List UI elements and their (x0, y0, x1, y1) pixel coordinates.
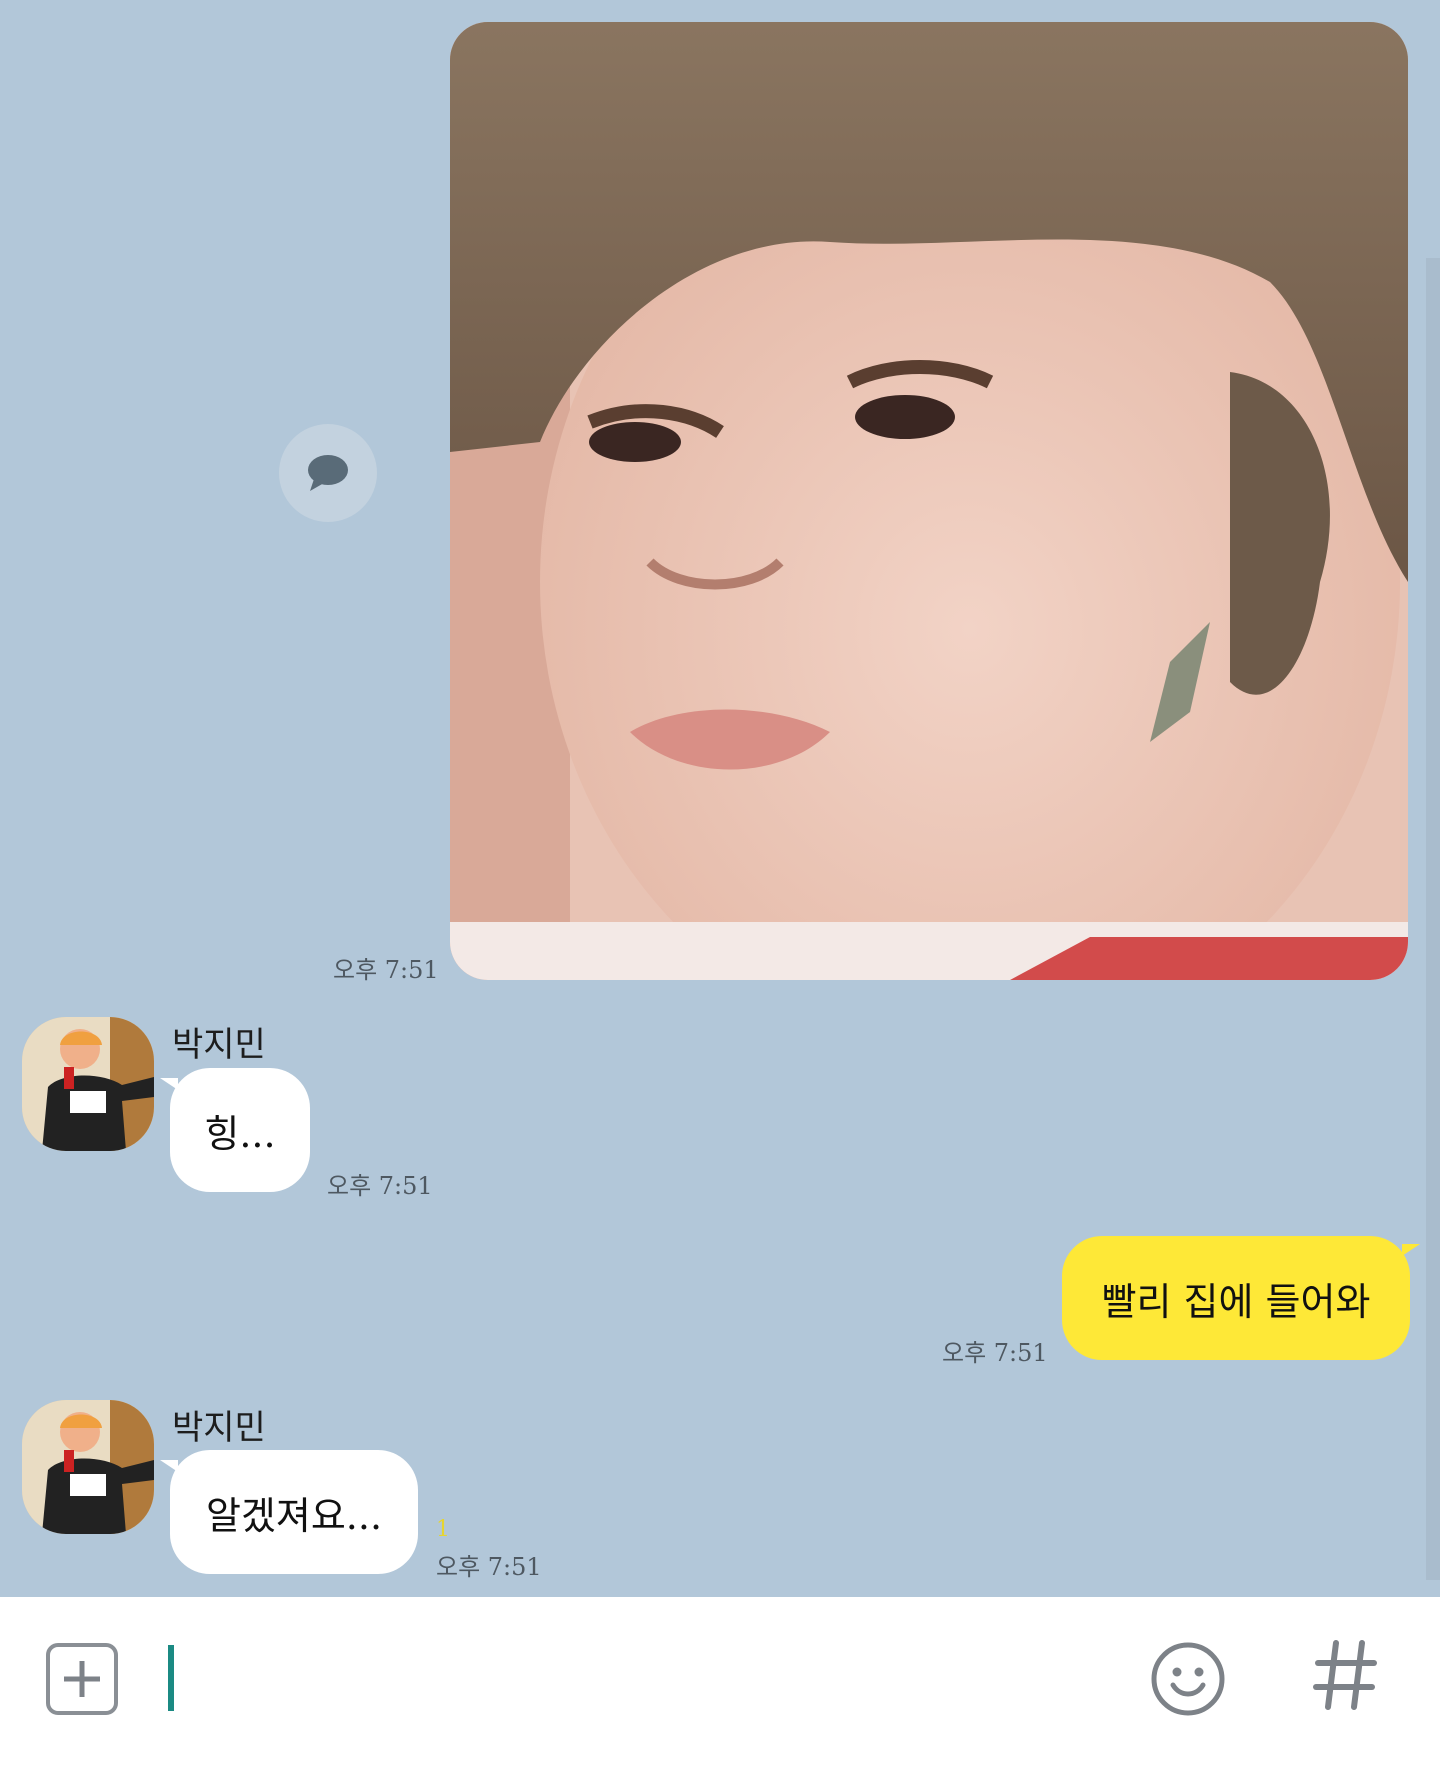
message-text: 빨리 집에 들어와 (1101, 1279, 1371, 1324)
avatar[interactable] (22, 1017, 154, 1151)
plus-icon (64, 1661, 100, 1697)
speech-bubble-icon (308, 455, 348, 491)
message-text: 힝... (204, 1111, 276, 1156)
smiley-icon (1151, 1642, 1225, 1716)
message-input-bar (0, 1597, 1440, 1767)
message-time: 오후 7:51 (333, 956, 439, 984)
message-time: 오후 7:51 (942, 1339, 1048, 1367)
sent-message-bubble[interactable]: 빨리 집에 들어와 (1062, 1236, 1420, 1360)
hashtag-search-button[interactable] (1310, 1635, 1380, 1715)
sender-name: 박지민 (172, 1025, 266, 1065)
photo-message[interactable] (450, 22, 1408, 980)
face-photo (450, 22, 1408, 980)
chat-area[interactable]: 오후 7:51 박지민 힝... 오후 7:51 오후 7:51 빨리 집에 들… (0, 0, 1440, 1597)
unread-count: 1 (436, 1517, 450, 1542)
avatar-image (22, 1017, 154, 1151)
avatar[interactable] (22, 1400, 154, 1534)
message-text: 알겠져요... (205, 1493, 383, 1538)
message-time: 오후 7:51 (436, 1553, 542, 1581)
received-message-bubble[interactable]: 힝... (160, 1068, 310, 1192)
received-message-bubble[interactable]: 알겠져요... (160, 1450, 418, 1574)
share-button[interactable] (279, 424, 377, 522)
scrollbar[interactable] (1426, 258, 1440, 1580)
message-time: 오후 7:51 (327, 1172, 433, 1200)
hash-icon (1313, 1640, 1377, 1710)
emoji-button[interactable] (1150, 1641, 1226, 1717)
avatar-image (22, 1400, 154, 1534)
text-cursor[interactable] (168, 1645, 174, 1711)
sender-name: 박지민 (172, 1408, 266, 1448)
attach-button[interactable] (46, 1643, 118, 1715)
